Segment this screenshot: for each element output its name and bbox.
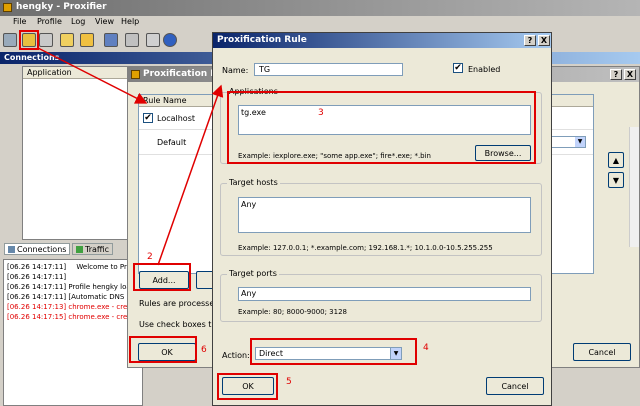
applications-label: Applications bbox=[227, 87, 280, 96]
target-ports-group: Target ports Any Example: 80; 8000-9000;… bbox=[220, 269, 542, 322]
applications-value: tg.exe bbox=[241, 108, 266, 117]
applications-example: Example: iexplore.exe; "some app.exe"; f… bbox=[238, 152, 431, 160]
proxification-rules-icon[interactable] bbox=[22, 33, 36, 47]
tab-connections-label: Connections bbox=[17, 244, 67, 254]
rules-cancel-button[interactable]: Cancel bbox=[573, 343, 631, 361]
log-pane: [06.26 14:17:11] Welcome to Pr [06.26 14… bbox=[3, 259, 143, 406]
log-line: [06.26 14:17:11] Welcome to Pr bbox=[7, 263, 127, 271]
down-arrow-icon: ▼ bbox=[612, 175, 620, 185]
rules-ok-button[interactable]: OK bbox=[138, 343, 196, 361]
enabled-label: Enabled bbox=[468, 65, 501, 74]
action-label: Action: bbox=[222, 351, 250, 360]
menubar: File Profile Log View Help bbox=[0, 16, 640, 30]
save-profile-icon[interactable] bbox=[104, 33, 118, 47]
application-column-header[interactable]: Application bbox=[27, 68, 72, 77]
rules-close-button[interactable]: X bbox=[624, 69, 636, 80]
open-profile-icon[interactable] bbox=[80, 33, 94, 47]
annotation-number-5: 5 bbox=[286, 377, 292, 387]
enabled-checkbox[interactable]: ✔ bbox=[453, 63, 463, 73]
default-action-select[interactable]: ▼ bbox=[548, 136, 586, 148]
new-profile-icon[interactable] bbox=[60, 33, 74, 47]
add-rule-button[interactable]: Add... bbox=[139, 271, 189, 289]
target-hosts-example: Example: 127.0.0.1; *.example.com; 192.1… bbox=[238, 244, 493, 252]
rule-checkbox[interactable]: ✔ bbox=[143, 113, 153, 123]
rule-dialog-title: Proxification Rule bbox=[217, 35, 307, 45]
menu-view[interactable]: View bbox=[95, 17, 114, 26]
log-line: [06.26 14:17:11] [Automatic DNS r bbox=[7, 293, 130, 301]
rules-dialog-icon bbox=[131, 70, 140, 79]
options-icon[interactable] bbox=[125, 33, 139, 47]
menu-file[interactable]: File bbox=[13, 17, 26, 26]
dropdown-arrow-icon: ▼ bbox=[390, 348, 401, 359]
target-ports-example: Example: 80; 8000-9000; 3128 bbox=[238, 308, 347, 316]
browse-button[interactable]: Browse... bbox=[475, 145, 531, 161]
target-hosts-label: Target hosts bbox=[227, 178, 280, 187]
annotation-number-3: 3 bbox=[318, 108, 324, 118]
target-ports-value: Any bbox=[241, 289, 257, 298]
log-line: [06.26 14:17:11] bbox=[7, 273, 67, 281]
name-value: TG bbox=[259, 65, 271, 74]
target-ports-label: Target ports bbox=[227, 269, 279, 278]
help-icon[interactable] bbox=[163, 33, 177, 47]
rules-scrollbar[interactable] bbox=[629, 127, 639, 247]
target-ports-field[interactable]: Any bbox=[238, 287, 531, 301]
applications-field[interactable]: tg.exe bbox=[238, 105, 531, 135]
log-line: [06.26 14:17:15] chrome.exe - crea bbox=[7, 313, 132, 321]
rule-help-button[interactable]: ? bbox=[524, 35, 536, 46]
menu-profile[interactable]: Profile bbox=[37, 17, 62, 26]
action-value: Direct bbox=[259, 349, 283, 358]
connections-label: Connections bbox=[4, 53, 60, 62]
menu-help[interactable]: Help bbox=[121, 17, 139, 26]
proxy-servers-icon[interactable] bbox=[39, 33, 53, 47]
tab-traffic-label: Traffic bbox=[85, 244, 110, 254]
move-up-button[interactable]: ▲ bbox=[608, 152, 624, 168]
applications-group: Applications tg.exe Example: iexplore.ex… bbox=[220, 87, 542, 164]
rule-dialog: Proxification Rule ? X Name: TG ✔ Enable… bbox=[212, 32, 552, 406]
action-select[interactable]: Direct ▼ bbox=[255, 347, 402, 360]
name-field[interactable]: TG bbox=[254, 63, 403, 76]
name-label: Name: bbox=[222, 66, 249, 75]
rule-name-column-header[interactable]: Rule Name bbox=[143, 96, 187, 105]
rules-help-button[interactable]: ? bbox=[610, 69, 622, 80]
target-hosts-value: Any bbox=[241, 200, 257, 209]
annotation-number-2: 2 bbox=[147, 252, 153, 262]
tab-traffic[interactable]: Traffic bbox=[72, 243, 114, 255]
bottom-tabs: Connections Traffic bbox=[0, 242, 140, 256]
menu-log[interactable]: Log bbox=[71, 17, 85, 26]
connections-icon[interactable] bbox=[3, 33, 17, 47]
main-title: hengky - Proxifier bbox=[16, 2, 107, 12]
rule-name: Default bbox=[157, 138, 187, 147]
app-icon bbox=[3, 3, 12, 12]
target-hosts-group: Target hosts Any Example: 127.0.0.1; *.e… bbox=[220, 178, 542, 256]
annotation-number-4: 4 bbox=[423, 343, 429, 353]
dropdown-arrow-icon: ▼ bbox=[575, 137, 585, 147]
rule-name: Localhost bbox=[157, 114, 196, 123]
log-line: [06.26 14:17:11] Profile hengky loa bbox=[7, 283, 131, 291]
tab-connections[interactable]: Connections bbox=[4, 243, 71, 255]
rule-dialog-titlebar: Proxification Rule bbox=[213, 33, 551, 48]
annotation-number-6: 6 bbox=[201, 345, 207, 355]
print-icon[interactable] bbox=[146, 33, 160, 47]
rule-close-button[interactable]: X bbox=[538, 35, 550, 46]
log-line: [06.26 14:17:13] chrome.exe - crea bbox=[7, 303, 132, 311]
main-titlebar: hengky - Proxifier bbox=[0, 0, 640, 16]
rule-ok-button[interactable]: OK bbox=[222, 377, 274, 395]
move-down-button[interactable]: ▼ bbox=[608, 172, 624, 188]
traffic-tab-icon bbox=[76, 245, 83, 253]
connections-tab-icon bbox=[8, 245, 15, 253]
up-arrow-icon: ▲ bbox=[612, 155, 620, 165]
target-hosts-field[interactable]: Any bbox=[238, 197, 531, 233]
rule-cancel-button[interactable]: Cancel bbox=[486, 377, 544, 395]
